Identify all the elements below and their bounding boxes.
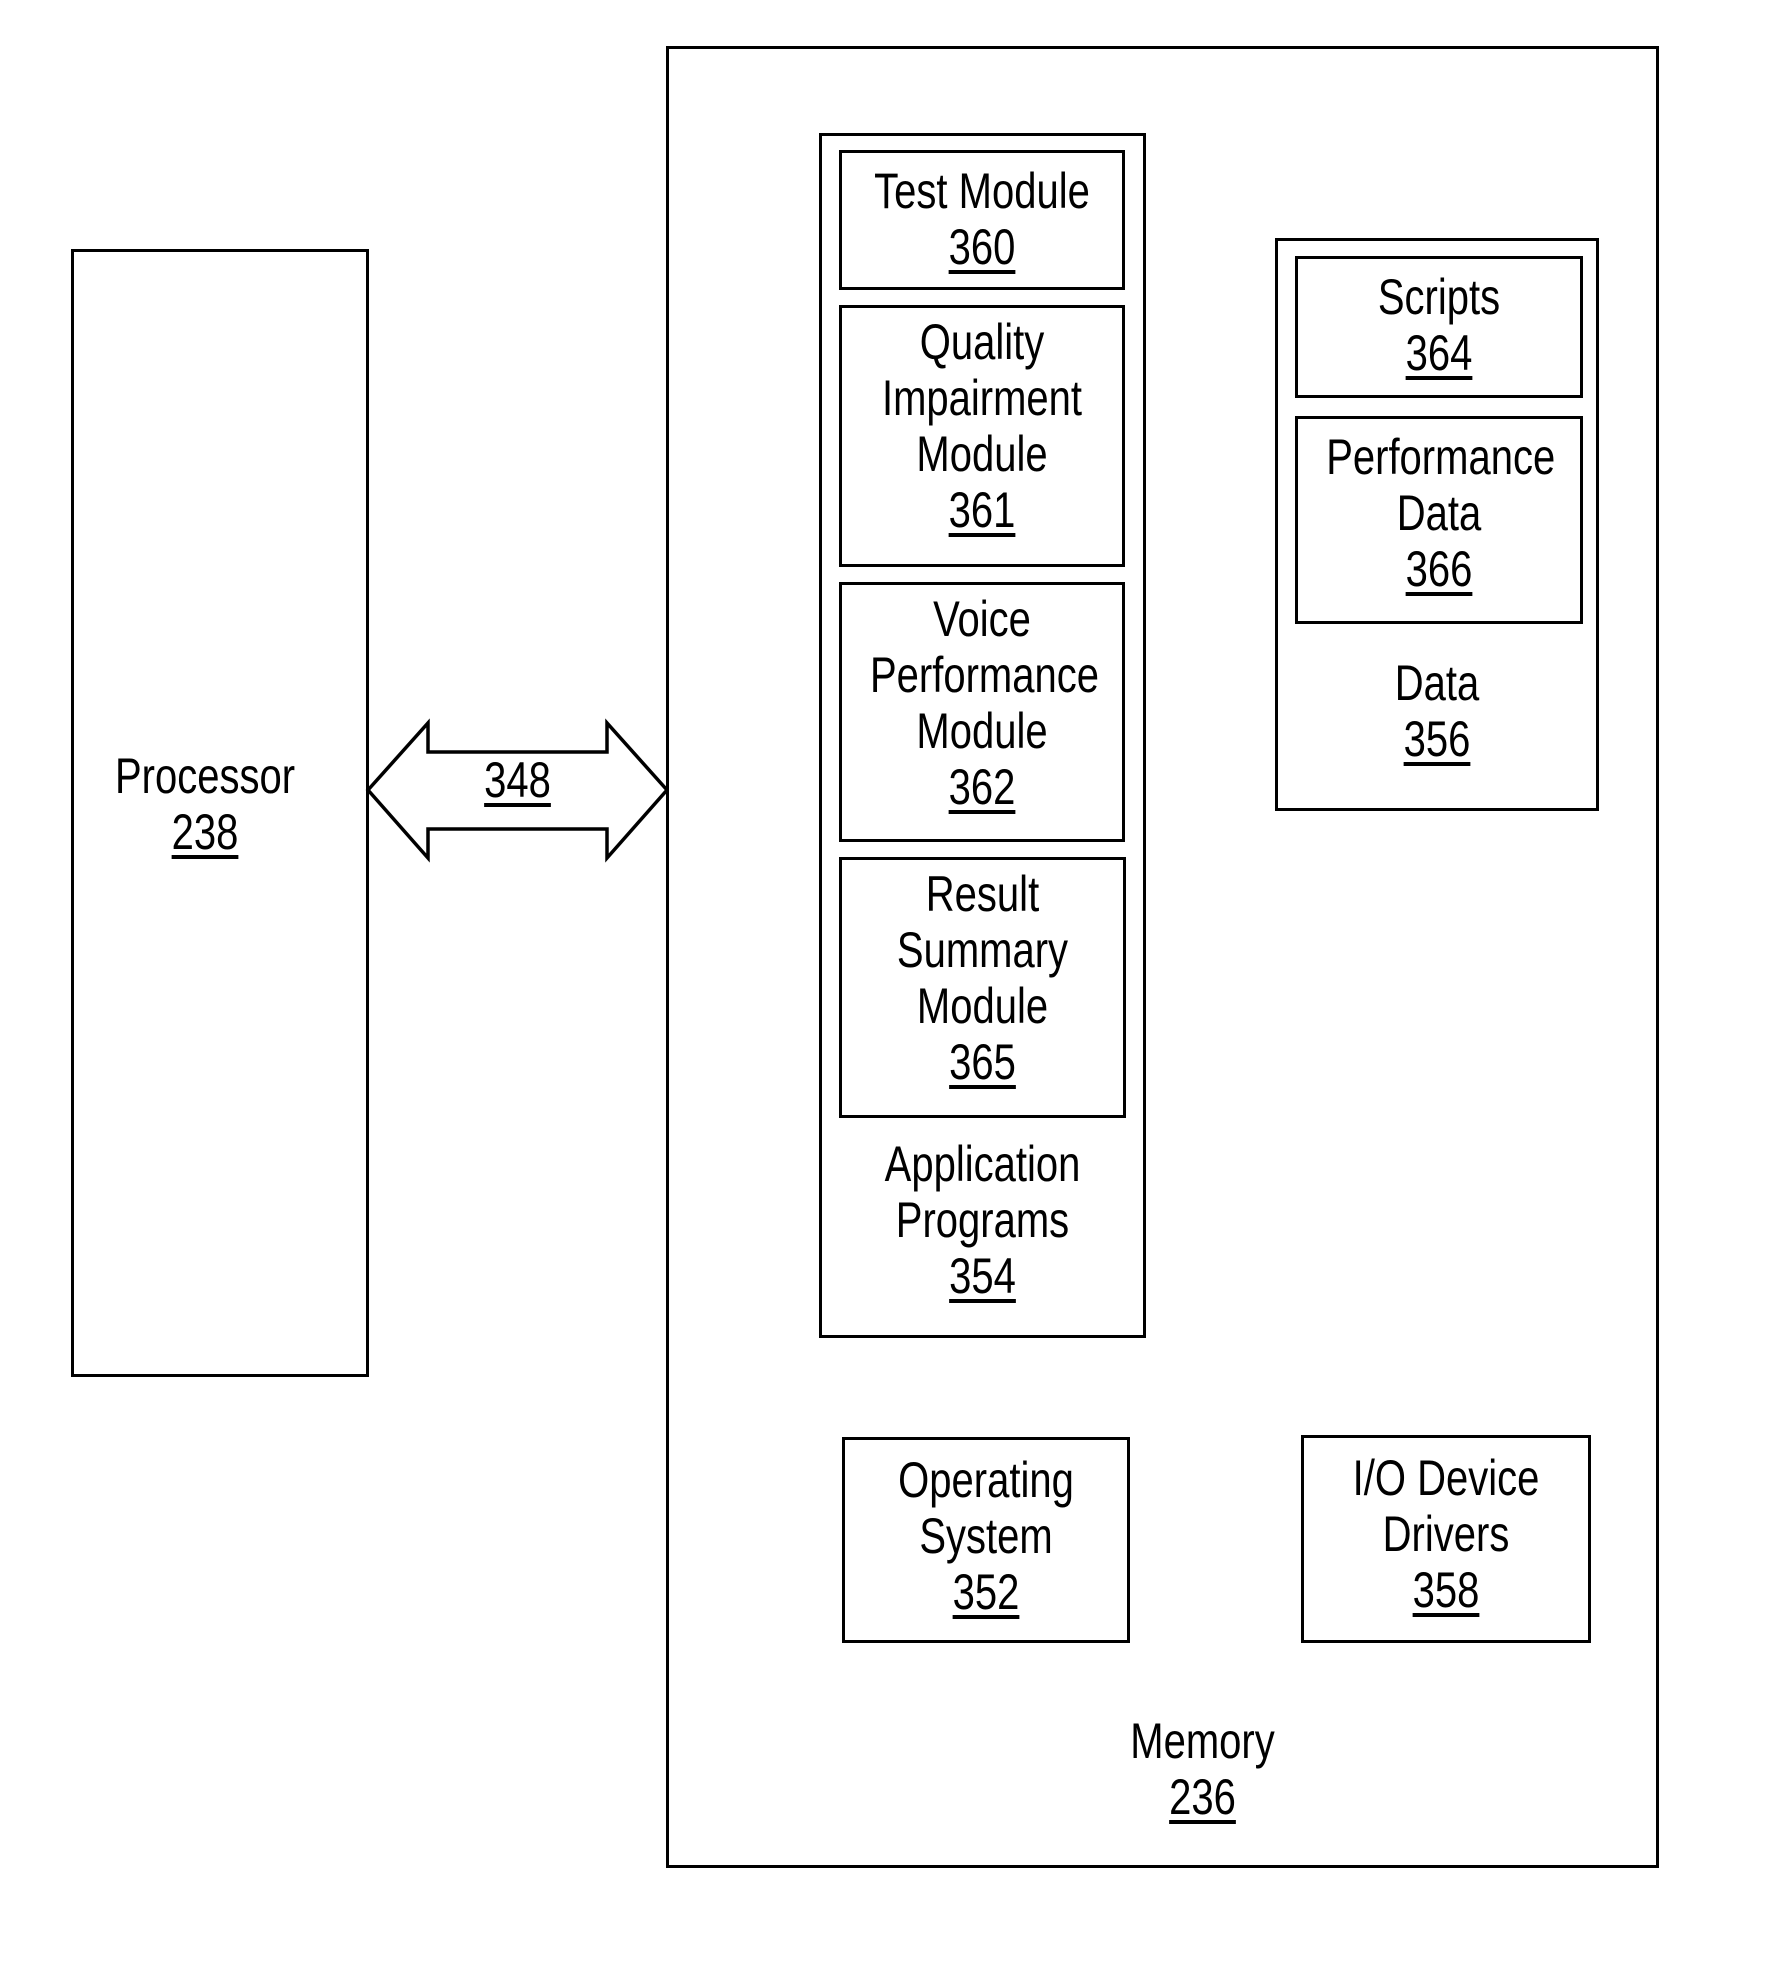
rsm-line-2: Summary (896, 922, 1069, 978)
quality-impairment-module-block: Quality Impairment Module 361 (839, 305, 1125, 567)
result-summary-module-label: Result Summary Module 365 (842, 866, 1123, 1090)
scripts-title: Scripts (1377, 269, 1501, 325)
voice-performance-module-block: Voice Performance Module 362 (839, 582, 1125, 842)
app-programs-ref: 354 (949, 1248, 1016, 1304)
test-module-label: Test Module 360 (842, 163, 1122, 275)
data-title: Data (1394, 655, 1480, 711)
application-programs-label: Application Programs 354 (822, 1136, 1143, 1304)
io-device-drivers-block: I/O Device Drivers 358 (1301, 1435, 1591, 1643)
qim-ref: 361 (948, 482, 1016, 538)
qim-line-2: Impairment (881, 370, 1083, 426)
rsm-line-3: Module (916, 978, 1049, 1034)
vpm-line-2: Performance (870, 647, 1099, 703)
application-programs-block: Test Module 360 Quality Impairment Modul… (819, 133, 1146, 1338)
memory-label: Memory 236 (749, 1713, 1656, 1825)
rsm-line-1: Result (925, 866, 1040, 922)
io-ref: 358 (1412, 1562, 1480, 1618)
os-line-1: Operating (898, 1452, 1074, 1508)
io-line-2: Drivers (1382, 1506, 1510, 1562)
app-programs-line-1: Application (884, 1136, 1081, 1192)
result-summary-module-block: Result Summary Module 365 (839, 857, 1126, 1118)
bus-ref: 348 (484, 752, 551, 808)
quality-impairment-module-label: Quality Impairment Module 361 (842, 314, 1122, 538)
scripts-ref: 364 (1405, 325, 1473, 381)
operating-system-label: Operating System 352 (845, 1452, 1127, 1620)
performance-data-ref: 366 (1405, 541, 1473, 597)
os-line-2: System (919, 1508, 1053, 1564)
memory-block: Test Module 360 Quality Impairment Modul… (666, 46, 1659, 1868)
performance-data-line-2: Data (1396, 485, 1482, 541)
vpm-line-1: Voice (933, 591, 1031, 647)
io-device-drivers-label: I/O Device Drivers 358 (1304, 1450, 1588, 1618)
vpm-line-3: Module (916, 703, 1048, 759)
test-module-block: Test Module 360 (839, 150, 1125, 290)
voice-performance-module-label: Voice Performance Module 362 (842, 591, 1122, 815)
qim-line-3: Module (916, 426, 1048, 482)
data-block: Scripts 364 Performance Data 366 Data 35… (1275, 238, 1599, 811)
performance-data-line-1: Performance (1326, 429, 1556, 485)
data-label: Data 356 (1278, 655, 1596, 767)
qim-line-1: Quality (919, 314, 1045, 370)
data-ref: 356 (1403, 711, 1471, 767)
bus-label: 348 (428, 752, 607, 808)
performance-data-block: Performance Data 366 (1295, 416, 1583, 624)
io-line-1: I/O Device (1352, 1450, 1540, 1506)
os-ref: 352 (952, 1564, 1020, 1620)
performance-data-label: Performance Data 366 (1298, 429, 1580, 597)
vpm-ref: 362 (948, 759, 1016, 815)
app-programs-line-2: Programs (895, 1192, 1070, 1248)
test-module-title: Test Module (874, 163, 1090, 219)
scripts-label: Scripts 364 (1298, 269, 1580, 381)
operating-system-block: Operating System 352 (842, 1437, 1130, 1643)
memory-title: Memory (1130, 1713, 1275, 1769)
test-module-ref: 360 (948, 219, 1016, 275)
scripts-block: Scripts 364 (1295, 256, 1583, 398)
memory-ref: 236 (1169, 1769, 1236, 1825)
rsm-ref: 365 (949, 1034, 1016, 1090)
